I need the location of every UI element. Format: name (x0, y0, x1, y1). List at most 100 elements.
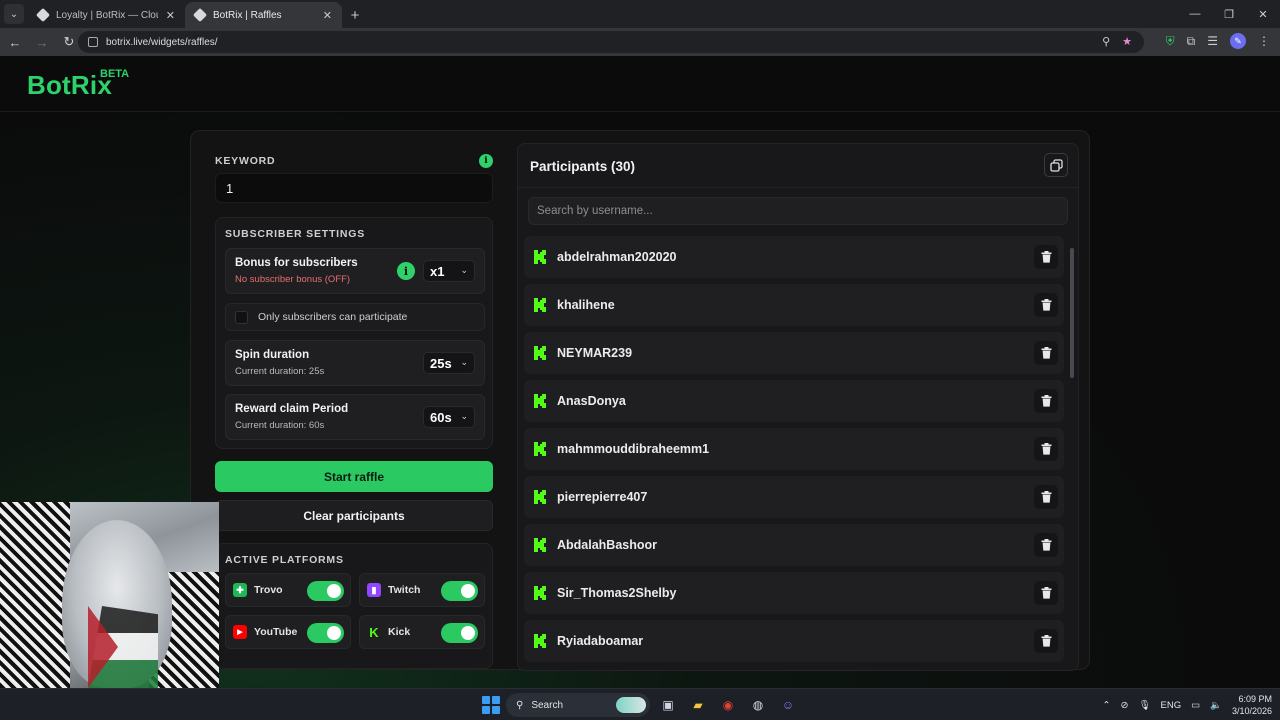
only-subscribers-checkbox[interactable] (235, 310, 248, 324)
delete-participant-button[interactable] (1034, 581, 1058, 605)
delete-participant-button[interactable] (1034, 389, 1058, 413)
webcam-scarf-pattern (0, 502, 70, 688)
forward-arrow-icon[interactable]: → (30, 30, 54, 54)
copy-button[interactable] (1044, 153, 1068, 177)
tray-chevron-up-icon[interactable]: ⌃ (1103, 700, 1111, 711)
task-view-icon[interactable]: ▣ (656, 693, 680, 717)
close-tab-icon[interactable]: ✕ (166, 9, 175, 22)
botrix-favicon-icon (192, 7, 208, 23)
clear-participants-button[interactable]: Clear participants (215, 500, 493, 531)
keyword-info-icon[interactable]: i (479, 154, 493, 168)
kick-icon (534, 634, 546, 648)
chevron-down-icon: ⌄ (460, 265, 468, 275)
raffle-card: KEYWORD i 1 SUBSCRIBER SETTINGS Bonus fo… (190, 130, 1090, 673)
bonus-multiplier-dropdown[interactable]: x1 ⌄ (423, 260, 475, 282)
file-explorer-icon[interactable]: ▰ (686, 693, 710, 717)
participant-row: mahmmouddibraheemm1 (524, 428, 1064, 470)
participants-header: Participants (30) (518, 144, 1078, 188)
windows-start-icon[interactable] (482, 696, 500, 714)
display-icon[interactable]: ▭ (1191, 700, 1200, 711)
spin-duration-value: 25s (430, 355, 452, 371)
network-off-icon[interactable]: ⊘ (1121, 700, 1129, 711)
only-subscribers-option[interactable]: Only subscribers can participate (225, 303, 485, 331)
youtube-toggle[interactable] (307, 623, 344, 643)
language-indicator[interactable]: ENG (1161, 700, 1182, 711)
chrome-icon[interactable]: ◉ (716, 693, 740, 717)
discord-icon[interactable]: ☺ (776, 693, 800, 717)
extensions-puzzle-icon[interactable]: ⧉ (1187, 34, 1196, 49)
minimize-icon[interactable]: — (1178, 0, 1212, 28)
delete-participant-button[interactable] (1034, 341, 1058, 365)
spin-duration-dropdown[interactable]: 25s ⌄ (423, 352, 475, 374)
browser-tab-raffles[interactable]: BotRix | Raffles ✕ (185, 2, 342, 28)
bonus-info-icon[interactable]: i (397, 262, 415, 280)
start-raffle-button[interactable]: Start raffle (215, 461, 493, 492)
youtube-icon: ▶ (233, 625, 247, 639)
kick-toggle[interactable] (441, 623, 478, 643)
participant-row: Ryiadaboamar (524, 620, 1064, 662)
taskbar-search[interactable]: ⚲ Search (506, 693, 650, 717)
kick-icon: K (369, 624, 379, 640)
new-tab-button[interactable]: + (342, 2, 368, 28)
trash-icon (1041, 443, 1051, 455)
clock[interactable]: 6:09 PM 3/10/2026 (1232, 693, 1272, 717)
site-info-icon[interactable] (88, 37, 98, 47)
trash-icon (1041, 539, 1051, 551)
kick-icon (534, 490, 546, 504)
delete-participant-button[interactable] (1034, 485, 1058, 509)
zoom-icon[interactable]: ⚲ (1102, 35, 1110, 48)
delete-participant-button[interactable] (1034, 533, 1058, 557)
trash-icon (1041, 635, 1051, 647)
bookmark-star-icon[interactable]: ★ (1122, 35, 1132, 48)
profile-avatar-icon[interactable]: ✎ (1230, 33, 1246, 49)
reading-list-icon[interactable]: ☰ (1207, 34, 1218, 48)
trovo-toggle[interactable] (307, 581, 344, 601)
close-tab-icon[interactable]: ✕ (323, 9, 332, 22)
trash-icon (1041, 299, 1051, 311)
reward-claim-subtitle: Current duration: 60s (235, 420, 325, 431)
bonus-title: Bonus for subscribers (235, 257, 358, 269)
participant-row: AbdalahBashoor (524, 524, 1064, 566)
browser-tab-strip: ⌄ Loyalty | BotRix — Cloud Stream ✕ BotR… (0, 0, 1280, 28)
twitch-toggle[interactable] (441, 581, 478, 601)
delete-participant-button[interactable] (1034, 293, 1058, 317)
tab-title: BotRix | Raffles (213, 9, 282, 21)
restore-icon[interactable]: ❐ (1212, 0, 1246, 28)
participant-row: Sir_Thomas2Shelby (524, 572, 1064, 614)
search-icon: ⚲ (516, 699, 524, 711)
participant-username: AnasDonya (557, 394, 626, 408)
reward-claim-dropdown[interactable]: 60s ⌄ (423, 406, 475, 428)
kick-icon (534, 346, 546, 360)
bonus-subtitle: No subscriber bonus (OFF) (235, 274, 351, 285)
raffle-settings-panel: KEYWORD i 1 SUBSCRIBER SETTINGS Bonus fo… (205, 143, 493, 673)
spin-duration-subtitle: Current duration: 25s (235, 366, 325, 377)
participant-search-input[interactable]: Search by username... (528, 197, 1068, 225)
back-arrow-icon[interactable]: ← (3, 30, 27, 54)
volume-icon[interactable]: 🔈 (1210, 700, 1222, 711)
platform-youtube: ▶ YouTube (225, 615, 351, 649)
participant-row: khalihene (524, 284, 1064, 326)
kick-icon (534, 442, 546, 456)
participant-row: NEYMAR239 (524, 332, 1064, 374)
only-subscribers-label: Only subscribers can participate (258, 311, 408, 323)
keyword-input[interactable]: 1 (215, 173, 493, 203)
participant-username: khalihene (557, 298, 615, 312)
shield-extension-icon[interactable]: ⛨ (1166, 34, 1175, 49)
site-header: BotRix BETA (0, 56, 1280, 112)
clock-date: 3/10/2026 (1231, 706, 1272, 716)
address-bar[interactable]: botrix.live/widgets/raffles/ ⚲ ★ (78, 31, 1144, 53)
obs-icon[interactable]: ◍ (746, 693, 770, 717)
reward-claim-title: Reward claim Period (235, 403, 349, 415)
delete-participant-button[interactable] (1034, 437, 1058, 461)
participant-row: abdelrahman202020 (524, 236, 1064, 278)
participants-scrollbar[interactable] (1070, 248, 1074, 378)
browser-tab-loyalty[interactable]: Loyalty | BotRix — Cloud Stream ✕ (28, 2, 185, 28)
tab-search-button[interactable]: ⌄ (4, 4, 24, 24)
delete-participant-button[interactable] (1034, 629, 1058, 653)
menu-kebab-icon[interactable]: ⋮ (1258, 34, 1270, 48)
kick-icon (534, 538, 546, 552)
microphone-icon[interactable]: 🎙 (1138, 700, 1150, 711)
delete-participant-button[interactable] (1034, 245, 1058, 269)
close-window-icon[interactable]: ✕ (1246, 0, 1280, 28)
platform-trovo: ✚ Trovo (225, 573, 351, 607)
